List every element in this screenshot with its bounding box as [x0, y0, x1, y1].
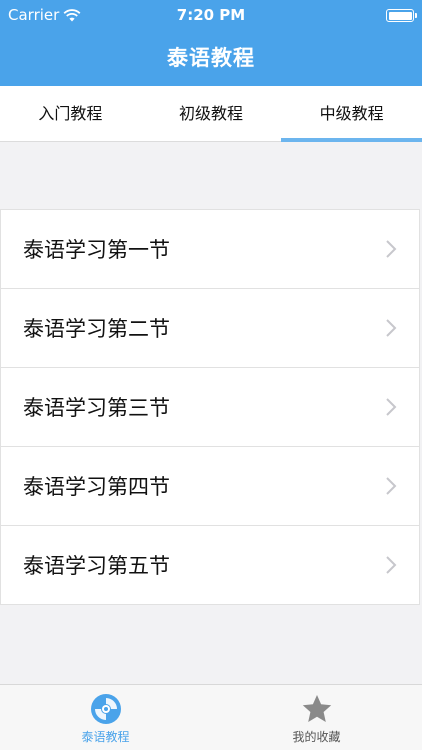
page-title: 泰语教程 — [167, 46, 255, 70]
tabbar-label: 泰语教程 — [81, 730, 130, 744]
tabbar-item-favorites[interactable]: 我的收藏 — [211, 685, 422, 750]
tab-elementary[interactable]: 初级教程 — [141, 86, 282, 141]
battery-icon — [386, 9, 417, 22]
tab-intermediate[interactable]: 中级教程 — [281, 86, 422, 142]
tab-beginner[interactable]: 入门教程 — [0, 86, 141, 141]
lesson-label: 泰语学习第四节 — [23, 475, 170, 499]
chevron-right-icon — [386, 477, 397, 495]
lesson-label: 泰语学习第二节 — [23, 317, 170, 341]
lesson-label: 泰语学习第五节 — [23, 554, 170, 578]
bottom-tab-bar: 泰语教程 我的收藏 — [0, 684, 422, 750]
lesson-row-4[interactable]: 泰语学习第四节 — [1, 447, 419, 526]
lesson-list: 泰语学习第一节 泰语学习第二节 泰语学习第三节 泰语学习第四节 泰语学习第五节 — [0, 209, 420, 605]
star-icon — [302, 695, 331, 722]
status-time: 7:20 PM — [176, 6, 246, 24]
tabbar-label: 我的收藏 — [292, 730, 341, 744]
lesson-row-3[interactable]: 泰语学习第三节 — [1, 368, 419, 447]
chevron-right-icon — [386, 319, 397, 337]
lesson-row-5[interactable]: 泰语学习第五节 — [1, 526, 419, 605]
chevron-right-icon — [386, 240, 397, 258]
tabbar-item-tutorials[interactable]: 泰语教程 — [0, 685, 211, 750]
lesson-label: 泰语学习第三节 — [23, 396, 170, 420]
status-bar: Carrier 7:20 PM — [0, 0, 422, 30]
category-tabs: 入门教程 初级教程 中级教程 — [0, 86, 422, 142]
disc-icon — [90, 694, 121, 724]
lesson-row-2[interactable]: 泰语学习第二节 — [1, 289, 419, 368]
lesson-label: 泰语学习第一节 — [23, 238, 170, 262]
chevron-right-icon — [386, 398, 397, 416]
chevron-right-icon — [386, 556, 397, 574]
lesson-row-1[interactable]: 泰语学习第一节 — [1, 210, 419, 289]
navigation-header: Carrier 7:20 PM 泰语教程 — [0, 0, 422, 86]
